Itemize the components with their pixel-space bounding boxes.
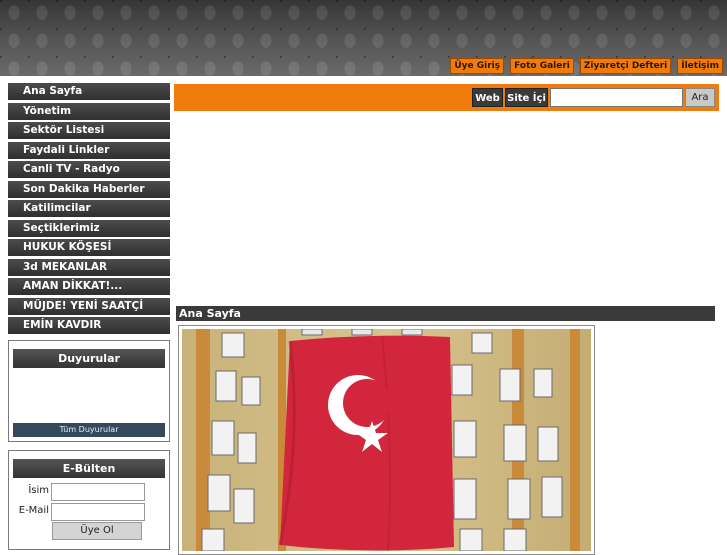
email-input[interactable] (51, 503, 145, 521)
menu-item-aman-dikkat[interactable]: AMAN DİKKAT!... (8, 278, 170, 295)
site-header: Üye Giriş Foto Galeri Ziyaretçi Defteri … (0, 0, 727, 76)
content-title: Ana Sayfa (176, 306, 715, 321)
menu-item-emin-kavdir[interactable]: EMİN KAVDIR (8, 317, 170, 334)
search-button[interactable]: Ara (685, 88, 715, 107)
menu-item-hukuk-kosesi[interactable]: HUKUK KÖŞESİ (8, 239, 170, 256)
menu-item-yonetim[interactable]: Yönetim (8, 102, 170, 120)
sidebar-menu: Ana Sayfa Yönetim Sektör Listesi Faydali… (8, 83, 170, 337)
menu-item-faydali-linkler[interactable]: Faydali Linkler (8, 141, 170, 159)
contact-link[interactable]: İletişim (677, 58, 723, 74)
menu-item-sektor-listesi[interactable]: Sektör Listesi (8, 122, 170, 139)
web-search-tab[interactable]: Web (472, 88, 503, 107)
newsletter-title: E-Bülten (13, 459, 165, 478)
menu-item-yeni-saatci[interactable]: MÜJDE! YENİ SAATÇİ (8, 297, 170, 315)
email-label: E-Mail (18, 505, 49, 516)
announcements-title: Duyurular (13, 349, 165, 368)
all-announcements-button[interactable]: Tüm Duyurular (13, 423, 165, 437)
menu-item-canli-tv-radyo[interactable]: Canli TV - Radyo (8, 161, 170, 178)
flag-photo (182, 329, 591, 551)
login-link[interactable]: Üye Giriş (450, 58, 505, 74)
menu-item-katilimcilar[interactable]: Katilimcilar (8, 200, 170, 217)
menu-item-son-dakika[interactable]: Son Dakika Haberler (8, 180, 170, 198)
menu-item-3d-mekanlar[interactable]: 3d MEKANLAR (8, 258, 170, 276)
photo-frame (178, 325, 595, 555)
name-row: İsim (9, 483, 169, 501)
menu-item-ana-sayfa[interactable]: Ana Sayfa (8, 83, 170, 100)
search-bar: Web Site İçi Ara (174, 84, 719, 111)
newsletter-box: E-Bülten İsim E-Mail Üye Ol (8, 450, 170, 550)
name-label: İsim (28, 485, 49, 496)
search-input[interactable] (550, 88, 683, 107)
announcements-box: Duyurular Tüm Duyurular (8, 340, 170, 442)
guestbook-link[interactable]: Ziyaretçi Defteri (579, 58, 672, 74)
photo-gallery-link[interactable]: Foto Galeri (510, 58, 574, 74)
email-row: E-Mail (9, 503, 169, 521)
name-input[interactable] (51, 483, 145, 501)
subscribe-button[interactable]: Üye Ol (52, 522, 142, 540)
site-search-tab[interactable]: Site İçi (505, 88, 548, 107)
top-links: Üye Giriş Foto Galeri Ziyaretçi Defteri … (450, 58, 723, 74)
menu-item-sectiklerimiz[interactable]: Seçtiklerimiz (8, 219, 170, 237)
